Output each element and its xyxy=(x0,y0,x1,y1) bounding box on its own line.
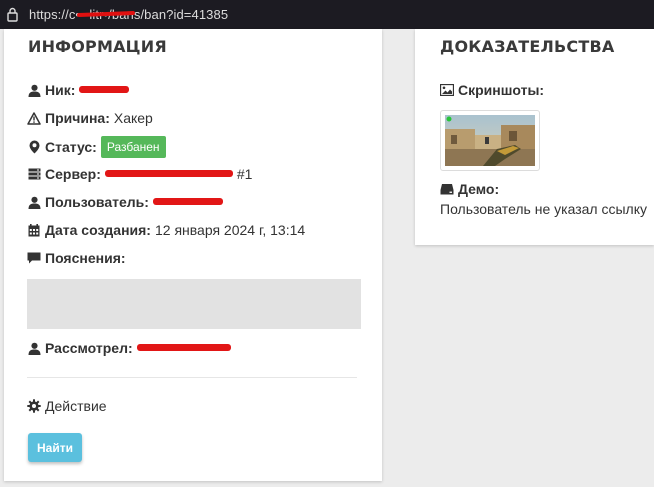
demo-row: Демо: xyxy=(440,181,503,197)
notes-box xyxy=(27,279,361,329)
demo-text: Пользователь не указал ссылку xyxy=(440,201,647,217)
calendar-icon xyxy=(27,223,41,237)
server-redacted xyxy=(104,169,233,177)
divider xyxy=(27,377,357,378)
find-button[interactable]: Найти xyxy=(28,433,82,462)
action-label: Действие xyxy=(45,398,107,414)
gear-icon xyxy=(27,399,41,413)
user-label: Пользователь: xyxy=(45,194,149,210)
url-text[interactable]: https://c•••litr•/bans/ban?id=41385 xyxy=(29,7,228,22)
server-icon xyxy=(27,167,41,181)
action-row: Действие xyxy=(27,398,107,414)
map-marker-icon xyxy=(27,140,41,154)
notes-row: Пояснения: xyxy=(27,250,130,266)
url-host: c•••litr• xyxy=(69,7,135,22)
screenshot-thumbnail[interactable] xyxy=(440,110,540,171)
warning-icon xyxy=(27,111,41,125)
server-label: Сервер: xyxy=(45,166,101,182)
server-row: Сервер: #1 xyxy=(27,166,252,182)
hdd-icon xyxy=(440,182,454,196)
user-redacted xyxy=(152,197,223,205)
reason-row: Причина: Хакер xyxy=(27,110,153,126)
info-title: ИНФОРМАЦИЯ xyxy=(28,37,167,56)
nick-redacted xyxy=(79,85,130,93)
nick-label: Ник: xyxy=(45,82,76,98)
user-row: Пользователь: xyxy=(27,194,223,210)
reviewer-redacted xyxy=(136,343,231,351)
user-icon xyxy=(27,195,41,209)
created-row: Дата создания: 12 января 2024 г, 13:14 xyxy=(27,222,305,238)
reviewed-label: Рассмотрел: xyxy=(45,340,133,356)
demo-label: Демо: xyxy=(458,181,500,197)
proof-title: ДОКАЗАТЕЛЬСТВА xyxy=(440,37,615,56)
screenshots-row: Скриншоты: xyxy=(440,82,548,98)
reason-label: Причина: xyxy=(45,110,110,126)
nick-row: Ник: xyxy=(27,82,130,98)
created-value: 12 января 2024 г, 13:14 xyxy=(154,222,306,238)
proof-card: ДОКАЗАТЕЛЬСТВА Скриншоты: Демо: Пользова… xyxy=(415,29,654,245)
image-icon xyxy=(440,83,454,97)
status-row: Статус: Разбанен xyxy=(27,136,166,158)
info-card: ИНФОРМАЦИЯ Ник: Причина: Хакер Статус: Р… xyxy=(4,29,382,481)
status-badge: Разбанен xyxy=(100,136,166,158)
address-bar[interactable]: https://c•••litr•/bans/ban?id=41385 xyxy=(0,0,654,29)
comment-icon xyxy=(27,251,41,265)
game-screenshot-image xyxy=(445,115,535,166)
user-icon xyxy=(27,341,41,355)
url-prefix: https:// xyxy=(29,7,69,22)
screenshots-label: Скриншоты: xyxy=(458,82,545,98)
notes-label: Пояснения: xyxy=(45,250,126,266)
status-label: Статус: xyxy=(45,139,97,155)
user-icon xyxy=(27,83,41,97)
lock-icon xyxy=(7,7,18,22)
reviewed-row: Рассмотрел: xyxy=(27,340,231,356)
reason-value: Хакер xyxy=(113,110,153,126)
created-label: Дата создания: xyxy=(45,222,151,238)
server-suffix: #1 xyxy=(236,166,253,182)
